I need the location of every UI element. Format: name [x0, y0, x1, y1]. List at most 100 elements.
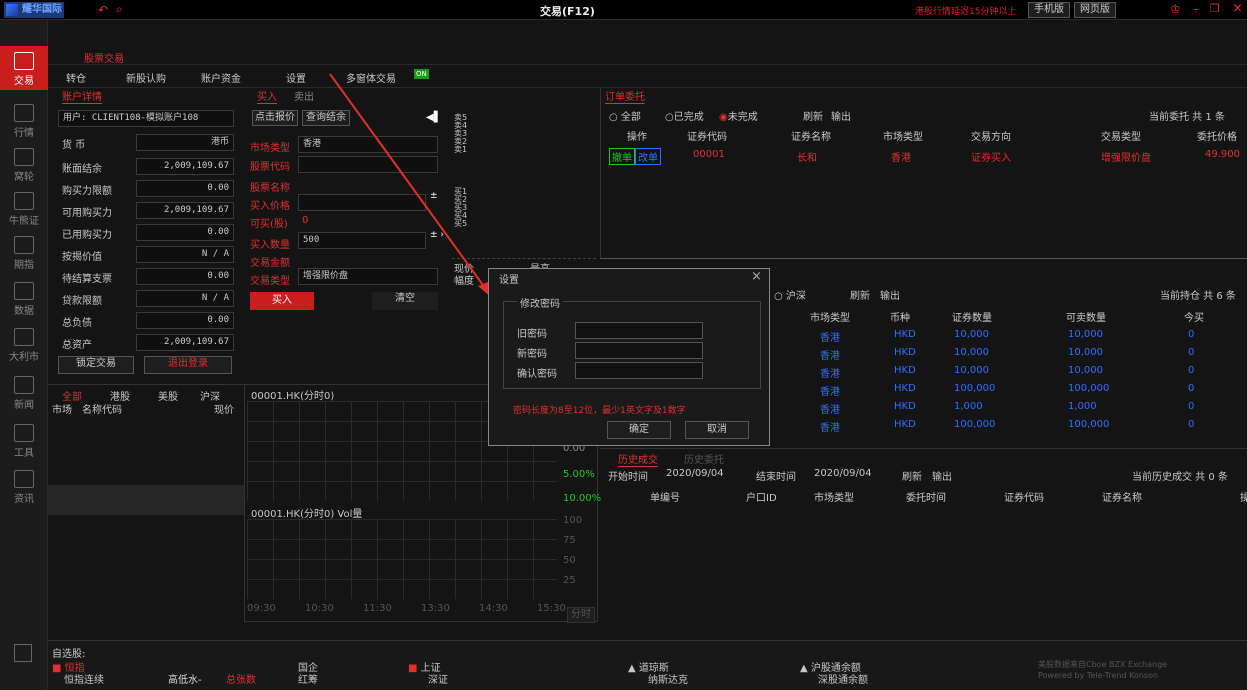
order-direction: 证券买入 [971, 153, 1011, 164]
total-contracts-label: 总张数 [226, 675, 256, 686]
timeframe-button[interactable]: 分时 [567, 607, 595, 623]
watch-col-market: 市场 [52, 405, 72, 416]
cancel-order-button[interactable]: 撤单 [609, 148, 635, 165]
mobile-version-button[interactable]: 手机版 [1028, 2, 1070, 18]
watch-tab-us[interactable]: 美股 [158, 388, 178, 403]
position-col-header: 今买 [1184, 313, 1204, 324]
layout-grid-icon[interactable] [14, 644, 32, 662]
sidebar-item-data[interactable]: 数据 [0, 276, 48, 320]
funds-menu[interactable]: 账户资金 [201, 70, 241, 85]
undo-icon[interactable]: ↶ [98, 3, 108, 17]
confirm-password-input[interactable] [575, 362, 703, 379]
position-currency: HKD [894, 329, 916, 340]
history-refresh-button[interactable]: 刷新 [902, 468, 922, 483]
dialog-cancel-button[interactable]: 取消 [685, 421, 749, 439]
position-market: 香港 [820, 423, 840, 434]
buy-button[interactable]: 买入 [250, 292, 314, 310]
restore-icon[interactable]: ❐ [1210, 2, 1220, 15]
window-title: 交易(F12) [540, 5, 595, 18]
sidebar-item-quotes[interactable]: 行情 [0, 98, 48, 142]
shirt-icon[interactable]: ♔ [1170, 2, 1181, 16]
time-label: 09:30 [247, 603, 276, 614]
sidebar-item-news[interactable]: 新闻 [0, 370, 48, 414]
swap-icon [14, 52, 34, 70]
position-currency: HKD [894, 383, 916, 394]
position-qty: 10,000 [954, 365, 989, 376]
history-export-button[interactable]: 输出 [932, 468, 952, 483]
account-tab[interactable]: 账户详情 [62, 88, 102, 104]
currency-select[interactable]: 港币 [136, 134, 234, 151]
position-currency: HKD [894, 365, 916, 376]
history-trades-tab[interactable]: 历史成交 [618, 451, 658, 467]
account-row-value: 2,009,109.67 [136, 334, 234, 351]
order-market: 香港 [891, 153, 911, 164]
watch-col-name: 名称代码 [82, 405, 122, 416]
dialog-close-icon[interactable]: × [751, 269, 762, 284]
filter-all[interactable]: ○ 全部 [609, 108, 641, 123]
watch-col-price: 现价 [214, 405, 234, 416]
close-icon[interactable]: × [1232, 1, 1243, 16]
orders-export-button[interactable]: 输出 [831, 108, 851, 123]
transfer-menu[interactable]: 转仓 [66, 70, 86, 85]
position-today: 0 [1188, 401, 1195, 412]
orders-refresh-button[interactable]: 刷新 [803, 108, 823, 123]
orders-tab[interactable]: 订单委托 [605, 88, 645, 104]
web-version-button[interactable]: 网页版 [1074, 2, 1116, 18]
quote-button[interactable]: 点击报价 [252, 110, 298, 126]
account-row-value: 0.00 [136, 224, 234, 241]
account-row-label: 总负债 [62, 318, 92, 329]
end-date-picker[interactable]: 2020/09/04 [814, 468, 872, 479]
order-col-header: 操作 [627, 132, 647, 143]
filter-completed[interactable]: ○已完成 [665, 108, 704, 123]
order-price: 49.900 [1205, 149, 1240, 160]
minimize-icon[interactable]: – [1193, 2, 1199, 16]
order-col-header: 证券名称 [791, 132, 831, 143]
position-currency: HKD [894, 419, 916, 430]
sidebar-item-trade[interactable]: 交易 [0, 46, 48, 90]
old-password-input[interactable] [575, 322, 703, 339]
start-date-picker[interactable]: 2020/09/04 [666, 468, 724, 479]
settings-menu[interactable]: 设置 [286, 70, 306, 85]
new-password-input[interactable] [575, 342, 703, 359]
sidebar-item-info[interactable]: 资讯 [0, 464, 48, 508]
dialog-ok-button[interactable]: 确定 [607, 421, 671, 439]
history-col-header: 户口ID [746, 493, 777, 504]
sidebar-item-futures[interactable]: 期指 [0, 230, 48, 274]
account-row-label: 贷款限额 [62, 296, 102, 307]
szse-label: 深证 [428, 675, 448, 686]
sidebar-item-cbbc[interactable]: 牛熊证 [0, 186, 48, 230]
filter-pending[interactable]: ◉未完成 [719, 108, 758, 123]
premium-label: 高低水- [168, 675, 202, 686]
position-qty: 10,000 [954, 347, 989, 358]
search-icon[interactable]: ⌕ [116, 2, 123, 17]
sidebar-item-tools[interactable]: 工具 [0, 418, 48, 462]
modify-order-button[interactable]: 改单 [635, 148, 661, 165]
end-time-label: 结束时间 [756, 472, 796, 483]
old-password-label: 旧密码 [517, 329, 547, 340]
position-today: 0 [1188, 419, 1195, 430]
sidebar-item-dalishi[interactable]: 大利市 [0, 322, 48, 366]
watchlist-label: 自选股: [52, 649, 86, 660]
lock-trade-button[interactable]: 锁定交易 [58, 356, 134, 374]
ipo-menu[interactable]: 新股认购 [126, 70, 166, 85]
data-credit: 美股数据来自Cboe BZX Exchange [1038, 660, 1168, 669]
history-orders-tab[interactable]: 历史委托 [684, 451, 724, 466]
account-user-field[interactable]: 用户: CLIENT108-模拟账户108 [58, 110, 234, 127]
order-col-header: 交易方向 [971, 132, 1011, 143]
sell-tab[interactable]: 卖出 [294, 88, 314, 103]
history-col-header: 操 [1240, 493, 1247, 504]
can-buy-value: 0 [302, 215, 309, 226]
logout-button[interactable]: 退出登录 [144, 356, 232, 374]
position-currency: HKD [894, 347, 916, 358]
position-col-header: 币种 [890, 313, 910, 324]
position-market: 香港 [820, 387, 840, 398]
watch-row-selected[interactable] [48, 485, 244, 515]
positions-export-button[interactable]: 输出 [880, 287, 900, 302]
buy-tab[interactable]: 买入 [257, 88, 277, 104]
position-sellable: 1,000 [1068, 401, 1097, 412]
stock-trade-tab[interactable]: 股票交易 [84, 50, 124, 65]
account-row-value: 2,009,109.67 [136, 158, 234, 175]
sidebar-item-warrants[interactable]: 窝轮 [0, 142, 48, 186]
positions-refresh-button[interactable]: 刷新 [850, 287, 870, 302]
positions-filter-cn[interactable]: ○ 沪深 [774, 287, 806, 302]
